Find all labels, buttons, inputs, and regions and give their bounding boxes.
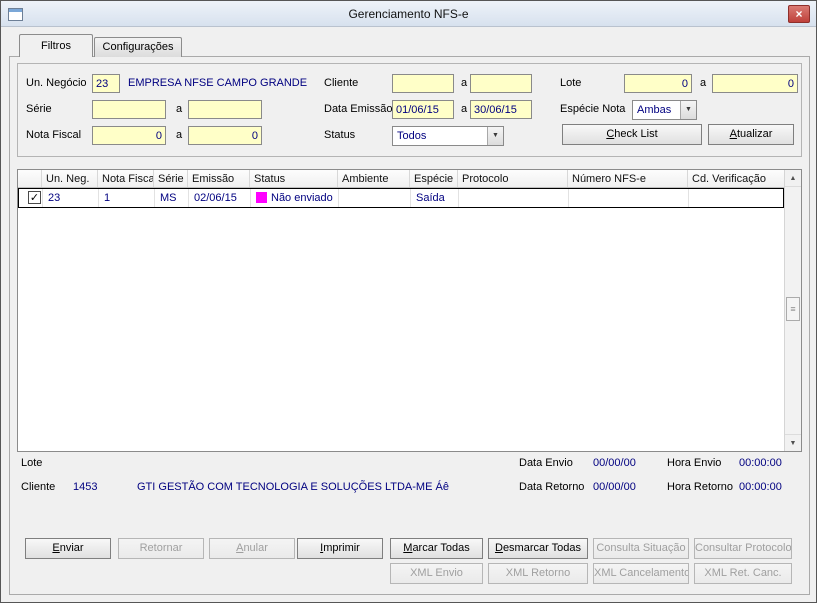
filters-panel: Un. Negócio EMPRESA NFSE CAMPO GRANDE Cl… bbox=[17, 63, 802, 157]
xml-cancelamento-button: XML Cancelamento bbox=[593, 563, 689, 584]
lote-label: Lote bbox=[560, 77, 582, 89]
especie-nota-value: Ambas bbox=[637, 104, 672, 116]
data-emissao-from-input[interactable] bbox=[392, 100, 454, 119]
data-emissao-to-input[interactable] bbox=[470, 100, 532, 119]
status-select[interactable]: Todos ▼ bbox=[392, 126, 504, 146]
imprimir-button[interactable]: Imprimir bbox=[297, 538, 383, 559]
consulta-situacao-button: Consulta Situação bbox=[593, 538, 689, 559]
lote-detail-label: Lote bbox=[21, 457, 43, 469]
vertical-scrollbar[interactable]: ▲ ≡ ▼ bbox=[784, 170, 801, 451]
data-emissao-label: Data Emissão bbox=[324, 103, 393, 115]
retornar-button: Retornar bbox=[118, 538, 204, 559]
enviar-button[interactable]: Enviar bbox=[25, 538, 111, 559]
especie-nota-label: Espécie Nota bbox=[560, 103, 626, 115]
serie-label: Série bbox=[26, 103, 52, 115]
cell-un-neg: 23 bbox=[43, 189, 99, 207]
cell-ambiente bbox=[339, 189, 411, 207]
cliente-detail-label: Cliente bbox=[21, 481, 56, 493]
chevron-down-icon: ▼ bbox=[680, 101, 696, 119]
range-separator: a bbox=[176, 103, 183, 115]
lote-from-input[interactable] bbox=[624, 74, 692, 93]
cell-serie: MS bbox=[155, 189, 189, 207]
un-negocio-input[interactable] bbox=[92, 74, 120, 93]
data-retorno-value: 00/00/00 bbox=[593, 481, 636, 493]
column-header-cd-verificacao: Cd. Verificação bbox=[692, 173, 766, 185]
marcar-todas-button[interactable]: Marcar Todas bbox=[390, 538, 483, 559]
nfse-grid[interactable]: Un. Neg. Nota Fiscal Série Emissão Statu… bbox=[17, 169, 802, 452]
cell-nota-fiscal: 1 bbox=[99, 189, 155, 207]
column-header-status: Status bbox=[250, 170, 338, 187]
column-header-serie: Série bbox=[154, 170, 188, 187]
cliente-label: Cliente bbox=[324, 77, 359, 89]
scroll-thumb[interactable]: ≡ bbox=[786, 297, 800, 321]
tab-configuracoes[interactable]: Configurações bbox=[94, 37, 182, 57]
scroll-down-button[interactable]: ▼ bbox=[785, 434, 801, 451]
close-icon: × bbox=[795, 7, 803, 21]
status-value: Todos bbox=[397, 130, 427, 142]
column-header-protocolo: Protocolo bbox=[458, 170, 568, 187]
tab-filtros[interactable]: Filtros bbox=[19, 34, 93, 57]
range-separator: a bbox=[461, 77, 468, 89]
cell-cd-verificacao bbox=[689, 189, 783, 207]
cliente-detail-code: 1453 bbox=[73, 481, 98, 493]
column-header-un-neg: Un. Neg. bbox=[42, 170, 98, 187]
xml-ret-canc-button: XML Ret. Canc. bbox=[694, 563, 792, 584]
column-header-nota-fiscal: Nota Fiscal bbox=[98, 170, 154, 187]
titlebar[interactable]: Gerenciamento NFS-e × bbox=[1, 1, 816, 27]
xml-envio-button: XML Envio bbox=[390, 563, 483, 584]
grid-header: Un. Neg. Nota Fiscal Série Emissão Statu… bbox=[18, 170, 784, 188]
cell-especie: Saída bbox=[411, 189, 459, 207]
especie-nota-select[interactable]: Ambas ▼ bbox=[632, 100, 697, 120]
app-window: Gerenciamento NFS-e × Filtros Configuraç… bbox=[0, 0, 817, 603]
window-title: Gerenciamento NFS-e bbox=[348, 7, 469, 21]
nota-fiscal-to-input[interactable] bbox=[188, 126, 262, 145]
anular-button: Anular bbox=[209, 538, 295, 559]
cell-numero-nfse bbox=[569, 189, 689, 207]
column-header-especie: Espécie bbox=[410, 170, 458, 187]
scroll-up-icon: ▲ bbox=[789, 175, 797, 182]
column-header-ambiente: Ambiente bbox=[338, 170, 410, 187]
desmarcar-todas-button[interactable]: Desmarcar Todas bbox=[488, 538, 588, 559]
cell-emissao: 02/06/15 bbox=[189, 189, 251, 207]
cliente-from-input[interactable] bbox=[392, 74, 454, 93]
xml-retorno-button: XML Retorno bbox=[488, 563, 588, 584]
range-separator: a bbox=[461, 103, 468, 115]
table-row[interactable]: ✓ 23 1 MS 02/06/15 Não enviado Saída bbox=[18, 188, 784, 208]
cliente-to-input[interactable] bbox=[470, 74, 532, 93]
serie-to-input[interactable] bbox=[188, 100, 262, 119]
atualizar-button[interactable]: Atualizar bbox=[708, 124, 794, 145]
data-retorno-label: Data Retorno bbox=[519, 481, 585, 493]
cell-protocolo bbox=[459, 189, 569, 207]
data-envio-value: 00/00/00 bbox=[593, 457, 636, 469]
grip-icon: ≡ bbox=[790, 304, 796, 314]
chevron-down-icon: ▼ bbox=[487, 127, 503, 145]
check-list-button[interactable]: Check List bbox=[562, 124, 702, 145]
hora-envio-value: 00:00:00 bbox=[739, 457, 782, 469]
consultar-protocolo-button: Consultar Protocolo bbox=[694, 538, 792, 559]
column-header-emissao: Emissão bbox=[188, 170, 250, 187]
status-label: Status bbox=[324, 129, 356, 141]
range-separator: a bbox=[176, 129, 183, 141]
hora-envio-label: Hora Envio bbox=[667, 457, 722, 469]
close-button[interactable]: × bbox=[788, 5, 810, 23]
hora-retorno-value: 00:00:00 bbox=[739, 481, 782, 493]
status-text: Não enviado bbox=[271, 192, 333, 204]
hora-retorno-label: Hora Retorno bbox=[667, 481, 734, 493]
status-color-swatch bbox=[256, 192, 267, 203]
cliente-detail-name: GTI GESTÃO COM TECNOLOGIA E SOLUÇÕES LTD… bbox=[137, 481, 449, 493]
scroll-down-icon: ▼ bbox=[789, 440, 797, 447]
cell-status: Não enviado bbox=[251, 189, 339, 207]
scroll-up-button[interactable]: ▲ bbox=[785, 170, 801, 187]
serie-from-input[interactable] bbox=[92, 100, 166, 119]
lote-to-input[interactable] bbox=[712, 74, 798, 93]
row-checkbox[interactable]: ✓ bbox=[28, 191, 41, 204]
column-header-numero-nfse: Número NFS-e bbox=[568, 170, 688, 187]
nota-fiscal-label: Nota Fiscal bbox=[26, 129, 82, 141]
range-separator: a bbox=[700, 77, 707, 89]
un-negocio-label: Un. Negócio bbox=[26, 77, 87, 89]
nota-fiscal-from-input[interactable] bbox=[92, 126, 166, 145]
data-envio-label: Data Envio bbox=[519, 457, 573, 469]
column-header-select bbox=[18, 170, 42, 187]
un-negocio-description: EMPRESA NFSE CAMPO GRANDE bbox=[128, 77, 308, 89]
